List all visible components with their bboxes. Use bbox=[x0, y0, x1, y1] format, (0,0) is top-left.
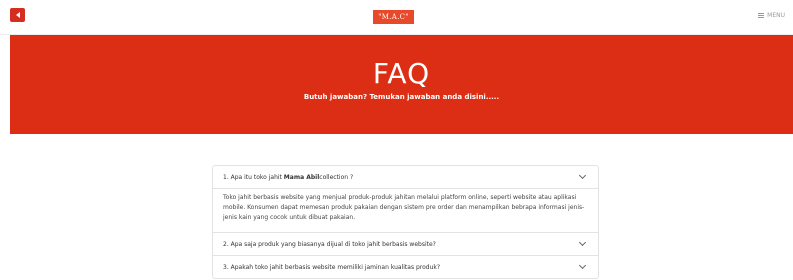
menu-button[interactable]: MENU bbox=[758, 12, 785, 19]
back-button[interactable] bbox=[10, 8, 25, 22]
hamburger-icon bbox=[758, 13, 765, 18]
faq-item: 1. Apa itu toko jahit Mama Abilcollectio… bbox=[213, 166, 598, 233]
chevron-down-icon bbox=[578, 171, 587, 180]
faq-question: 1. Apa itu toko jahit Mama Abilcollectio… bbox=[223, 174, 353, 181]
top-navbar: "M.A.C" MENU bbox=[0, 0, 793, 35]
faq-question-brand: Mama Abil bbox=[283, 173, 320, 181]
page-title: FAQ bbox=[372, 57, 431, 90]
faq-question-toggle[interactable]: 3. Apakah toko jahit berbasis website me… bbox=[213, 256, 598, 278]
faq-hero-banner: FAQ Butuh jawaban? Temukan jawaban anda … bbox=[10, 35, 793, 134]
faq-question-toggle[interactable]: 1. Apa itu toko jahit Mama Abilcollectio… bbox=[213, 166, 598, 188]
faq-question: 3. Apakah toko jahit berbasis website me… bbox=[223, 263, 441, 271]
chevron-down-icon bbox=[578, 261, 587, 270]
faq-item: 2. Apa saja produk yang biasanya dijual … bbox=[213, 233, 598, 256]
page-subtitle: Butuh jawaban? Temukan jawaban anda disi… bbox=[303, 93, 500, 101]
menu-label: MENU bbox=[767, 12, 785, 19]
faq-answer: Toko jahit berbasis website yang menjual… bbox=[213, 188, 598, 232]
faq-item: 3. Apakah toko jahit berbasis website me… bbox=[213, 256, 598, 278]
faq-question-suffix: collection ? bbox=[319, 173, 354, 181]
faq-question-prefix: 1. Apa itu toko jahit bbox=[223, 173, 284, 181]
faq-question-toggle[interactable]: 2. Apa saja produk yang biasanya dijual … bbox=[213, 233, 598, 255]
chevron-down-icon bbox=[578, 238, 587, 247]
faq-accordion: 1. Apa itu toko jahit Mama Abilcollectio… bbox=[212, 165, 599, 279]
faq-question: 2. Apa saja produk yang biasanya dijual … bbox=[223, 240, 436, 248]
arrow-left-icon bbox=[15, 12, 20, 18]
brand-logo[interactable]: "M.A.C" bbox=[373, 10, 414, 24]
